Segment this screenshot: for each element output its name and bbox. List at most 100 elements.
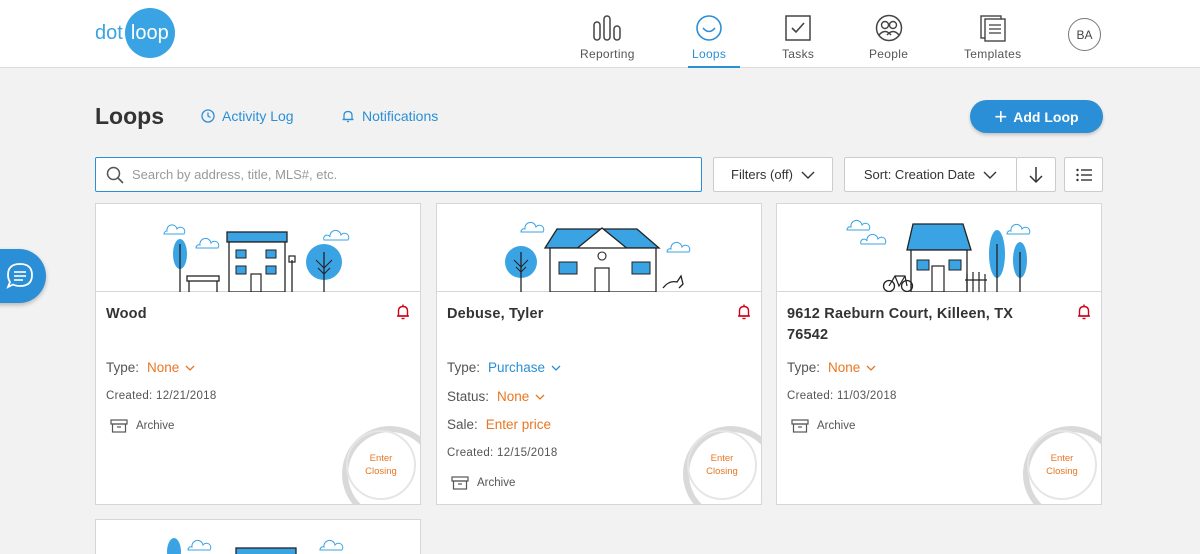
nav-reporting[interactable]: Reporting — [580, 14, 635, 61]
chat-bubble-icon — [6, 263, 33, 289]
house-illustration — [167, 538, 344, 554]
logo-loop-text: loop — [124, 8, 175, 58]
sort-label: Sort: Creation Date — [863, 167, 976, 182]
enter-closing-line2: Closing — [706, 466, 738, 477]
top-nav: dot loop Reporting Loops Tasks People Te… — [0, 0, 1200, 68]
clock-icon — [201, 109, 215, 123]
cottage-illustration — [777, 204, 1101, 292]
status-label: Status: — [447, 389, 490, 404]
people-icon — [875, 14, 902, 42]
list-icon — [1075, 168, 1092, 181]
loop-smile-icon — [696, 15, 722, 41]
loop-title[interactable]: Wood — [106, 304, 376, 325]
nav-templates[interactable]: Templates — [964, 14, 1021, 61]
nav-tasks[interactable]: Tasks — [782, 14, 814, 61]
chevron-down-icon — [185, 365, 195, 371]
archive-box-icon — [110, 419, 128, 433]
nav-reporting-label: Reporting — [580, 47, 635, 61]
type-value: Purchase — [488, 360, 546, 375]
status-value: None — [497, 389, 530, 404]
enter-closing-button[interactable]: Enter Closing — [1023, 426, 1101, 504]
bell-alert-icon[interactable] — [1077, 304, 1091, 320]
archive-label: Archive — [477, 477, 516, 489]
archive-box-icon — [791, 419, 809, 433]
add-loop-label: Add Loop — [1013, 108, 1079, 125]
created-date: Created: 11/03/2018 — [787, 390, 897, 402]
sort-direction-button[interactable] — [1016, 157, 1056, 192]
house-illustration — [437, 204, 761, 292]
sale-label: Sale: — [447, 417, 478, 432]
checkbox-icon — [785, 15, 811, 41]
archive-box-icon — [451, 476, 469, 490]
filters-label: Filters (off) — [731, 167, 793, 182]
user-avatar[interactable]: BA — [1068, 18, 1101, 51]
type-label: Type: — [447, 360, 481, 375]
nav-people-label: People — [869, 47, 909, 61]
archive-label: Archive — [136, 420, 175, 432]
loop-card[interactable]: Wood Type: None Created: 12/21/2018 Arch… — [95, 203, 421, 505]
chevron-down-icon — [551, 365, 561, 371]
loop-card[interactable]: Debuse, Tyler Type: Purchase Status: Non… — [436, 203, 762, 505]
type-row: Type: Purchase — [447, 360, 561, 375]
sale-price-input[interactable]: Enter price — [486, 417, 551, 432]
search-input[interactable] — [132, 167, 672, 182]
type-value: None — [828, 360, 861, 375]
loop-card[interactable]: 9612 Raeburn Court, Killeen, TX 76542 Ty… — [776, 203, 1102, 505]
activity-log-link[interactable]: Activity Log — [201, 108, 294, 124]
type-row: Type: None — [787, 360, 876, 375]
nav-people[interactable]: People — [869, 14, 908, 61]
chevron-down-icon — [866, 365, 876, 371]
archive-button[interactable]: Archive — [110, 419, 174, 433]
bar-chart-icon — [593, 15, 622, 41]
enter-closing-ring: Enter Closing — [687, 430, 757, 500]
enter-closing-button[interactable]: Enter Closing — [683, 426, 761, 504]
status-row: Status: None — [447, 389, 545, 404]
enter-closing-line1: Enter — [1050, 453, 1074, 464]
type-label: Type: — [787, 360, 821, 375]
enter-closing-button[interactable]: Enter Closing — [342, 426, 420, 504]
plus-icon: + — [994, 103, 1008, 129]
notifications-link[interactable]: Notifications — [341, 108, 438, 124]
archive-label: Archive — [817, 420, 856, 432]
created-date: Created: 12/15/2018 — [447, 447, 558, 459]
type-dropdown[interactable]: None — [828, 360, 876, 375]
created-date: Created: 12/21/2018 — [106, 390, 217, 402]
enter-closing-line2: Closing — [1046, 466, 1078, 477]
activity-log-label: Activity Log — [222, 108, 294, 124]
type-dropdown[interactable]: Purchase — [488, 360, 561, 375]
loop-card[interactable] — [95, 519, 421, 554]
list-view-button[interactable] — [1064, 157, 1103, 192]
archive-button[interactable]: Archive — [791, 419, 855, 433]
enter-closing-line1: Enter — [710, 453, 734, 464]
arrow-down-icon — [1029, 166, 1043, 183]
bell-alert-icon[interactable] — [737, 304, 751, 320]
enter-closing-ring: Enter Closing — [346, 430, 416, 500]
archive-button[interactable]: Archive — [451, 476, 515, 490]
dotloop-logo[interactable]: dot loop — [95, 8, 175, 58]
status-dropdown[interactable]: None — [497, 389, 545, 404]
nav-loops[interactable]: Loops — [692, 14, 726, 61]
loop-title[interactable]: Debuse, Tyler — [447, 304, 717, 325]
add-loop-button[interactable]: + Add Loop — [970, 100, 1103, 133]
type-row: Type: None — [106, 360, 195, 375]
townhouse-illustration — [96, 204, 420, 292]
search-icon — [106, 166, 124, 184]
sort-dropdown[interactable]: Sort: Creation Date — [844, 157, 1017, 192]
logo-dot-text: dot — [95, 21, 123, 44]
nav-active-indicator — [688, 66, 740, 68]
page-title: Loops — [95, 103, 164, 129]
bell-alert-icon[interactable] — [396, 304, 410, 320]
chevron-down-icon — [801, 171, 815, 179]
type-value: None — [147, 360, 180, 375]
chat-button[interactable] — [0, 249, 46, 303]
filters-dropdown[interactable]: Filters (off) — [713, 157, 833, 192]
enter-closing-ring: Enter Closing — [1027, 430, 1097, 500]
type-dropdown[interactable]: None — [147, 360, 195, 375]
loop-title[interactable]: 9612 Raeburn Court, Killeen, TX 76542 — [787, 304, 1057, 346]
type-label: Type: — [106, 360, 140, 375]
sale-row: Sale: Enter price — [447, 417, 551, 432]
bell-icon — [342, 110, 354, 123]
chevron-down-icon — [983, 171, 997, 179]
nav-tasks-label: Tasks — [782, 47, 815, 61]
nav-loops-label: Loops — [692, 47, 727, 61]
